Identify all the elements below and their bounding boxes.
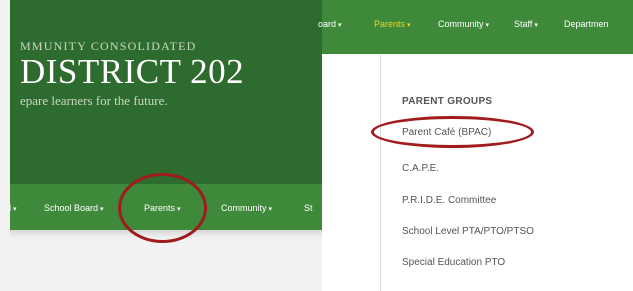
- chevron-down-icon: ▾: [268, 206, 273, 213]
- nav-item-parents-active[interactable]: Parents ▾: [374, 19, 411, 29]
- nav-item-school-board[interactable]: School Board ▾: [44, 203, 104, 213]
- chevron-down-icon: ▾: [177, 206, 181, 213]
- nav-item-departments-partial[interactable]: Departmen: [564, 19, 609, 29]
- dropdown-item-special-education-pto[interactable]: Special Education PTO: [402, 257, 505, 268]
- district-site-header-panel: MMUNITY CONSOLIDATED DISTRICT 202 epare …: [0, 0, 330, 291]
- district-banner: MMUNITY CONSOLIDATED DISTRICT 202 epare …: [10, 0, 328, 208]
- nav-item-community[interactable]: Community ▾: [438, 19, 489, 29]
- district-name-line2: DISTRICT 202: [20, 52, 245, 91]
- dropdown-item-pride-committee[interactable]: P.R.I.D.E. Committee: [402, 195, 496, 206]
- dropdown-item-school-level-pta[interactable]: School Level PTA/PTO/PTSO: [402, 226, 534, 237]
- nav-shadow-divider: [10, 230, 328, 238]
- nav-item-staff[interactable]: Staff ▾: [514, 19, 538, 29]
- chevron-down-icon: ▾: [407, 22, 411, 29]
- nav-item-partial[interactable]: l ▾: [9, 203, 17, 213]
- nav-item-parents[interactable]: Parents ▾: [144, 203, 181, 213]
- dropdown-heading: PARENT GROUPS: [402, 96, 493, 107]
- chevron-down-icon: ▾: [100, 206, 104, 213]
- main-nav-bar: l ▾ School Board ▾ Parents ▾ Community ▾ St: [9, 184, 328, 230]
- dropdown-item-cape[interactable]: C.A.P.E.: [402, 163, 439, 174]
- dropdown-item-parent-cafe[interactable]: Parent Café (BPAC): [402, 127, 491, 138]
- main-nav-bar-expanded: oard ▾ Parents ▾ Community ▾ Staff ▾ Departm…: [318, 0, 633, 54]
- chevron-down-icon: ▾: [338, 22, 342, 29]
- nav-item-community[interactable]: Community ▾: [221, 203, 272, 213]
- nav-item-staff-partial[interactable]: St: [304, 203, 313, 213]
- parents-dropdown-panel: oard ▾ Parents ▾ Community ▾ Staff ▾ Departm…: [318, 0, 633, 291]
- chevron-down-icon: ▾: [13, 206, 17, 213]
- district-tagline: epare learners for the future.: [20, 93, 168, 108]
- chevron-down-icon: ▾: [485, 22, 490, 29]
- dropdown-left-border: [380, 54, 381, 291]
- chevron-down-icon: ▾: [534, 22, 538, 29]
- nav-item-school-board-partial[interactable]: oard ▾: [318, 19, 342, 29]
